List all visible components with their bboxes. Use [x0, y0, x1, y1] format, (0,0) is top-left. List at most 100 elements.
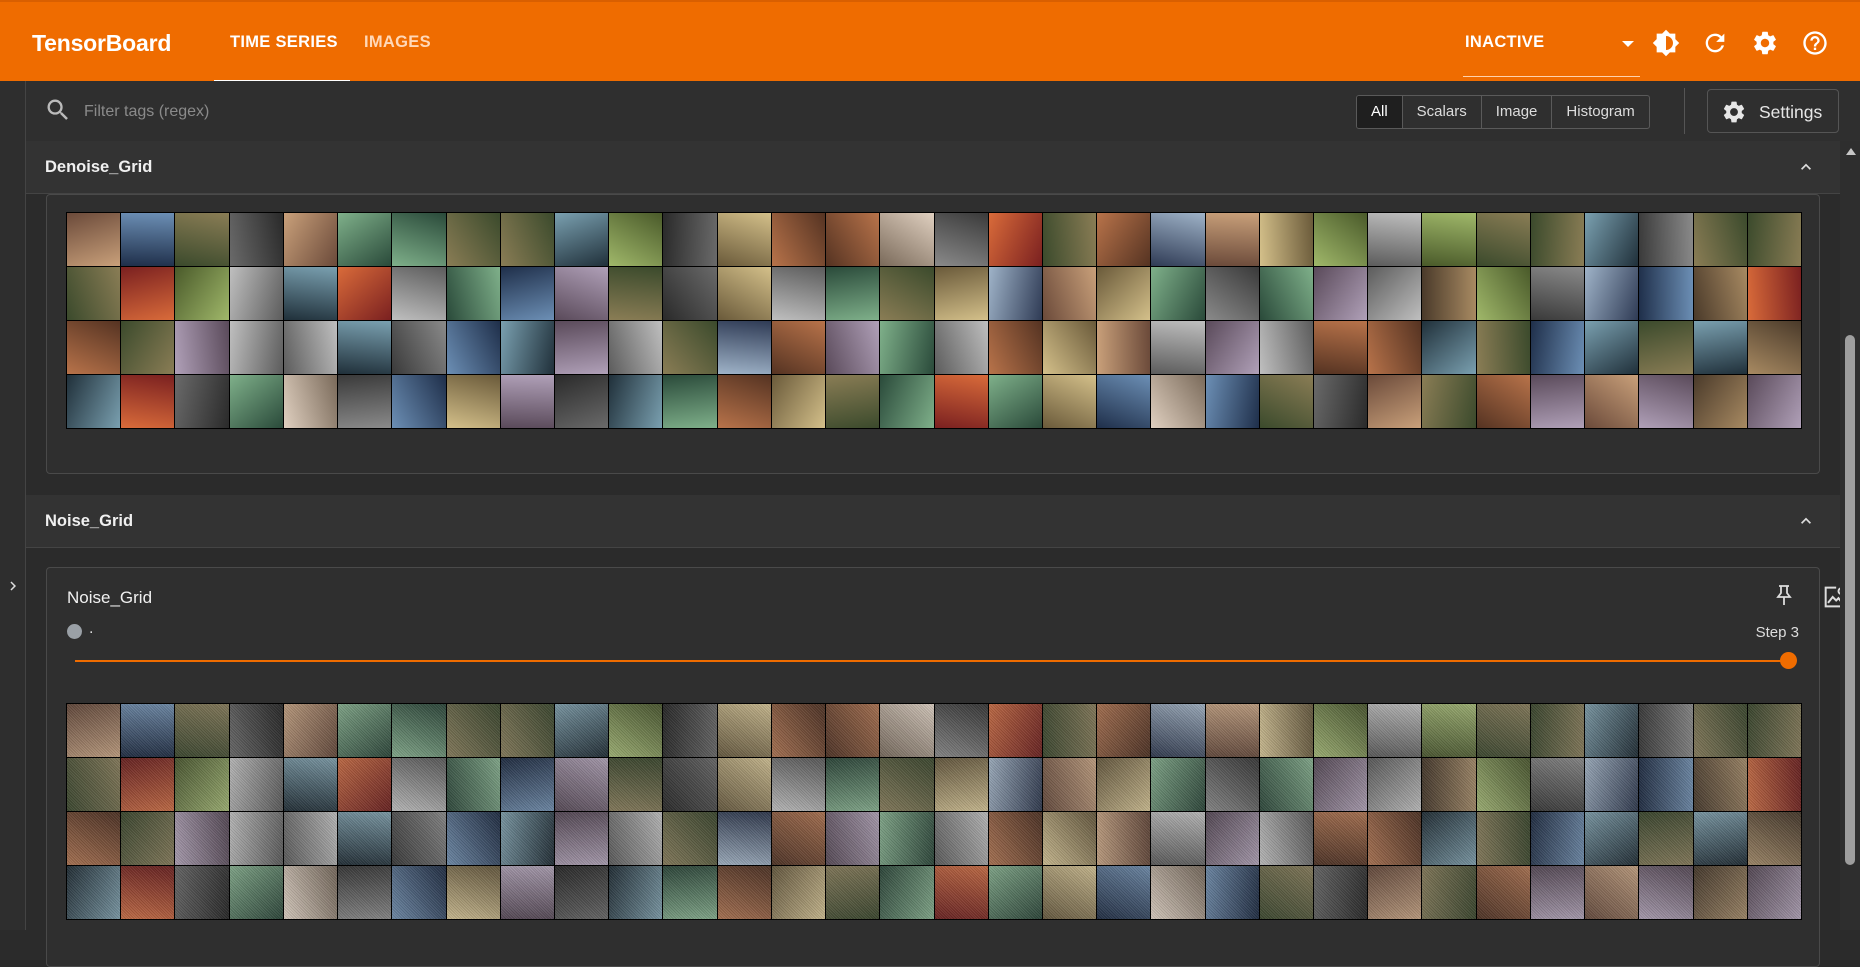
image-thumbnail	[1097, 704, 1151, 757]
chevron-down-icon	[1622, 41, 1634, 47]
run-name: .	[89, 620, 94, 637]
image-thumbnail	[1151, 866, 1205, 919]
image-thumbnail	[67, 704, 121, 757]
image-thumbnail	[826, 812, 880, 865]
image-thumbnail	[338, 321, 392, 374]
image-thumbnail	[338, 213, 392, 266]
image-thumbnail	[500, 812, 554, 865]
group-header-denoise-grid[interactable]: Denoise_Grid	[26, 141, 1840, 194]
image-thumbnail	[663, 321, 717, 374]
image-thumbnail	[880, 213, 934, 266]
image-thumbnail	[988, 321, 1042, 374]
image-thumbnail	[1476, 866, 1530, 919]
type-histogram-button[interactable]: Histogram	[1552, 96, 1648, 128]
tab-time-series[interactable]: TIME SERIES	[230, 33, 338, 52]
image-thumbnail	[1205, 866, 1259, 919]
image-thumbnail	[121, 321, 175, 374]
image-thumbnail	[392, 758, 446, 811]
image-thumbnail	[67, 267, 121, 320]
image-thumbnail	[121, 704, 175, 757]
image-thumbnail	[609, 704, 663, 757]
image-thumbnail	[1422, 704, 1476, 757]
image-thumbnail	[1314, 812, 1368, 865]
image-thumbnail	[934, 866, 988, 919]
image-thumbnail	[1205, 267, 1259, 320]
chevron-up-icon[interactable]	[1796, 511, 1816, 531]
settings-gear-icon[interactable]	[1751, 29, 1779, 57]
image-thumbnail	[554, 213, 609, 266]
image-thumbnail	[1097, 267, 1151, 320]
image-thumbnail	[121, 866, 175, 919]
image-card-noise-grid: Noise_Grid . Step 3	[46, 567, 1847, 967]
tab-images[interactable]: IMAGES	[364, 33, 431, 52]
image-thumbnail	[554, 375, 609, 428]
image-thumbnail	[121, 812, 175, 865]
image-thumbnail	[1530, 375, 1585, 428]
image-thumbnail	[446, 375, 500, 428]
image-thumbnail	[1585, 758, 1639, 811]
theme-toggle-icon[interactable]	[1652, 29, 1680, 57]
scroll-up-arrow-icon[interactable]	[1846, 148, 1856, 155]
image-thumbnail	[283, 375, 338, 428]
image-thumbnail	[175, 866, 229, 919]
image-thumbnail	[392, 704, 446, 757]
image-thumbnail	[1747, 812, 1801, 865]
image-thumbnail	[1530, 213, 1585, 266]
image-thumbnail	[880, 812, 934, 865]
image-thumbnail	[1205, 213, 1259, 266]
image-thumbnail	[1151, 267, 1205, 320]
image-thumbnail	[1151, 213, 1205, 266]
image-thumbnail	[1422, 213, 1476, 266]
image-thumbnail	[67, 213, 121, 266]
step-slider-track[interactable]	[75, 660, 1791, 662]
image-thumbnail	[1693, 213, 1747, 266]
image-thumbnail	[1639, 375, 1693, 428]
image-thumbnail	[771, 375, 826, 428]
image-thumbnail	[1042, 321, 1097, 374]
scrollbar-thumb[interactable]	[1845, 335, 1855, 865]
image-thumbnail	[175, 213, 229, 266]
type-image-button[interactable]: Image	[1482, 96, 1553, 128]
image-thumbnail	[880, 758, 934, 811]
image-thumbnail	[1422, 267, 1476, 320]
image-thumbnail	[771, 812, 826, 865]
image-thumbnail	[1259, 866, 1314, 919]
image-thumbnail	[1205, 321, 1259, 374]
image-thumbnail	[175, 267, 229, 320]
image-thumbnail	[1259, 758, 1314, 811]
image-thumbnail	[988, 375, 1042, 428]
image-thumbnail	[1314, 704, 1368, 757]
image-thumbnail	[1314, 866, 1368, 919]
chevron-up-icon[interactable]	[1796, 157, 1816, 177]
step-slider-thumb[interactable]	[1780, 652, 1797, 669]
image-thumbnail	[717, 321, 771, 374]
pin-icon[interactable]	[1772, 583, 1796, 607]
group-header-noise-grid[interactable]: Noise_Grid	[26, 495, 1840, 548]
type-all-button[interactable]: All	[1357, 96, 1403, 128]
image-thumbnail	[988, 704, 1042, 757]
image-thumbnail	[934, 213, 988, 266]
image-thumbnail	[500, 866, 554, 919]
refresh-icon[interactable]	[1701, 29, 1729, 57]
image-thumbnail	[771, 704, 826, 757]
image-thumbnail	[771, 758, 826, 811]
image-thumbnail	[175, 704, 229, 757]
help-icon[interactable]	[1801, 29, 1829, 57]
image-thumbnail	[229, 704, 283, 757]
image-thumbnail	[283, 758, 338, 811]
image-thumbnail	[446, 321, 500, 374]
image-grid-denoise[interactable]	[66, 212, 1802, 429]
chevron-right-icon[interactable]	[4, 577, 22, 595]
image-thumbnail	[1205, 758, 1259, 811]
image-thumbnail	[1097, 321, 1151, 374]
image-thumbnail	[609, 375, 663, 428]
image-thumbnail	[826, 758, 880, 811]
image-thumbnail	[1747, 321, 1801, 374]
settings-button[interactable]: Settings	[1707, 89, 1839, 133]
image-grid-noise[interactable]	[66, 703, 1802, 920]
image-thumbnail	[1639, 866, 1693, 919]
tag-filter-input[interactable]	[82, 98, 686, 126]
image-thumbnail	[283, 866, 338, 919]
type-scalars-button[interactable]: Scalars	[1403, 96, 1482, 128]
image-thumbnail	[1259, 704, 1314, 757]
